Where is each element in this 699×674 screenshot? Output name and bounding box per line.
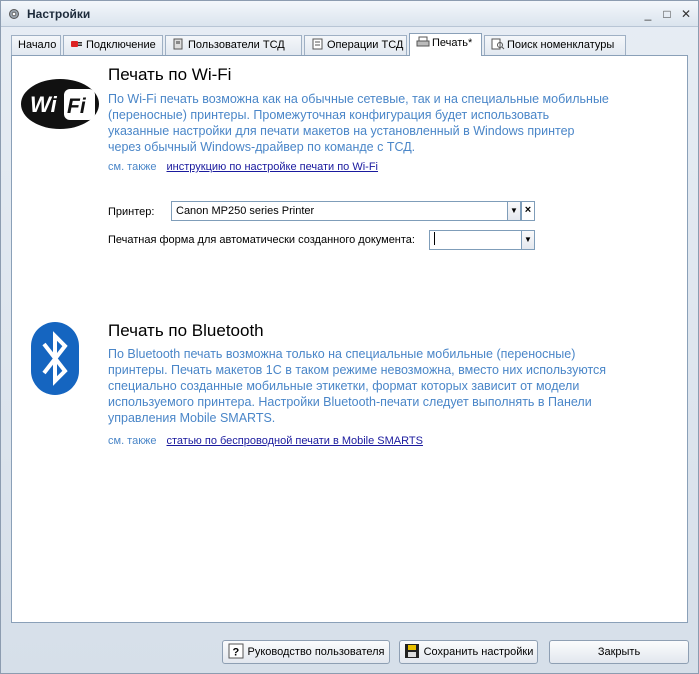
save-disk-icon	[404, 644, 419, 658]
wifi-instructions-link[interactable]: инструкцию по настройке печати по Wi-Fi	[167, 161, 379, 173]
printer-clear-button[interactable]: ×	[521, 201, 535, 221]
wifi-desc-line: (переносные) принтеры. Промежуточная кон…	[108, 108, 550, 122]
wifi-title: Печать по Wi-Fi	[108, 65, 232, 84]
printer-select[interactable]: Canon MP250 series Printer	[171, 201, 508, 221]
bluetooth-desc-line: используемого принтера. Настройки Blueto…	[108, 395, 592, 409]
svg-text:Wi: Wi	[30, 92, 58, 117]
close-button[interactable]: Закрыть	[549, 640, 689, 664]
svg-text:Fi: Fi	[67, 95, 87, 118]
plug-icon	[71, 41, 82, 47]
bluetooth-description: По Bluetooth печать возможна только на с…	[108, 346, 606, 426]
print-form-dropdown-button[interactable]: ▼	[521, 230, 535, 250]
tab-label: Печать*	[432, 37, 473, 49]
search-doc-icon	[491, 38, 505, 50]
wifi-logo-icon: Wi Fi	[21, 79, 99, 129]
settings-gear-icon	[9, 9, 19, 19]
help-icon: ?	[228, 643, 243, 659]
close-icon[interactable]: ✕	[679, 7, 693, 21]
see-also-label: см. также	[108, 161, 157, 173]
user-guide-label: Руководство пользователя	[247, 646, 385, 658]
title-bar: Настройки _ □ ✕	[1, 1, 698, 27]
tab-label: Поиск номенклатуры	[507, 39, 615, 51]
bluetooth-desc-line: специально созданные мобильные этикетки,…	[108, 379, 580, 393]
maximize-icon[interactable]: □	[660, 7, 674, 21]
wifi-desc-line: указанные настройки для печати макетов н…	[108, 124, 575, 138]
bluetooth-desc-line: По Bluetooth печать возможна только на с…	[108, 347, 576, 361]
save-settings-label: Сохранить настройки	[423, 646, 534, 658]
tab-connection[interactable]: Подключение	[63, 35, 163, 55]
bluetooth-desc-line: принтеры. Печать макетов 1С в таком режи…	[108, 363, 607, 377]
tab-printing[interactable]: Печать*	[409, 33, 482, 56]
window-title: Настройки	[27, 7, 91, 21]
svg-text:?: ?	[232, 647, 239, 659]
bluetooth-title: Печать по Bluetooth	[108, 321, 264, 340]
print-form-label: Печатная форма для автоматически созданн…	[108, 234, 415, 246]
printer-dropdown-button[interactable]: ▼	[507, 201, 521, 221]
see-also-label: см. также	[108, 435, 157, 447]
tab-label: Операции ТСД	[327, 39, 404, 51]
operations-icon	[312, 38, 323, 50]
minimize-icon[interactable]: _	[641, 7, 655, 21]
printing-panel: Wi Fi Печать по Wi-Fi По Wi-Fi печать во…	[11, 55, 688, 623]
user-guide-button[interactable]: ? Руководство пользователя	[222, 640, 390, 664]
tab-label: Пользователи ТСД	[188, 39, 285, 51]
tab-bar: Начало Подключение Пользователи ТСД Опер…	[11, 33, 691, 56]
print-form-select[interactable]	[429, 230, 522, 250]
tab-users[interactable]: Пользователи ТСД	[165, 35, 302, 55]
text-caret	[434, 232, 435, 245]
bluetooth-see-also: см. также статью по беспроводной печати в…	[108, 435, 423, 447]
printer-icon	[416, 36, 430, 47]
tab-operations[interactable]: Операции ТСД	[304, 35, 407, 55]
bluetooth-logo-icon	[31, 322, 79, 395]
tab-label: Подключение	[86, 39, 156, 51]
wifi-desc-line: через обычный Windows-драйвер по команде…	[108, 140, 416, 154]
settings-window: Настройки _ □ ✕ Начало Подключение Польз…	[0, 0, 699, 674]
wifi-see-also: см. также инструкцию по настройке печати …	[108, 161, 378, 173]
wifi-desc-line: По Wi-Fi печать возможна как на обычные …	[108, 92, 609, 106]
save-settings-button[interactable]: Сохранить настройки	[399, 640, 538, 664]
bluetooth-desc-line: управления Mobile SMARTS.	[108, 411, 276, 425]
printer-label: Принтер:	[108, 206, 155, 218]
tab-start[interactable]: Начало	[11, 35, 61, 55]
wifi-description: По Wi-Fi печать возможна как на обычные …	[108, 91, 609, 155]
tab-label: Начало	[18, 39, 57, 51]
bluetooth-article-link[interactable]: статью по беспроводной печати в Mobile S…	[167, 435, 423, 447]
users-icon	[173, 38, 183, 50]
tab-item-search[interactable]: Поиск номенклатуры	[484, 35, 626, 55]
